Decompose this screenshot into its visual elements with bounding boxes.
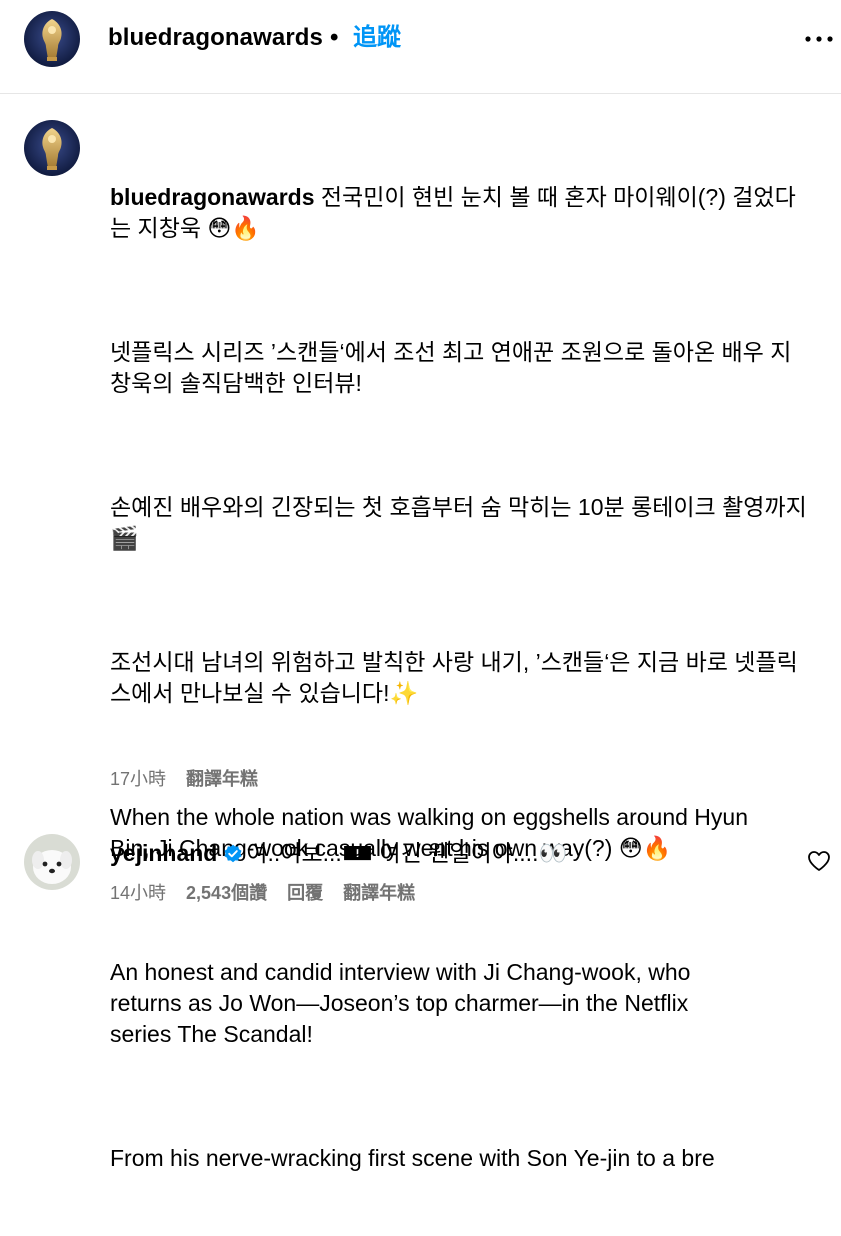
comment-body: yejinhand 여..여보...🀰 여긴 웬일이야....👀 <box>110 838 567 868</box>
reply-button[interactable]: 回覆 <box>287 883 323 903</box>
caption-paragraph: 넷플릭스 시리즈 ’스캔들‘에서 조선 최고 연애꾼 조원으로 돌아온 배우 지… <box>110 339 792 396</box>
comment-username[interactable]: yejinhand <box>110 840 217 866</box>
comment-translate-button[interactable]: 翻譯年糕 <box>343 883 415 903</box>
comment-meta: 14小時 2,543個讚 回覆 翻譯年糕 <box>110 880 415 906</box>
caption-paragraph: bluedragonawards 전국민이 현빈 눈치 볼 때 혼자 마이웨이(… <box>110 182 810 244</box>
header-username[interactable]: bluedragonawards <box>108 22 323 54</box>
caption-meta: 17小時 翻譯年糕 <box>110 766 258 792</box>
heart-outline-icon[interactable] <box>807 850 831 872</box>
comment-likes[interactable]: 2,543個讚 <box>186 883 267 903</box>
caption-paragraph: 손예진 배우와의 긴장되는 첫 호흡부터 숨 막히는 10분 롱테이크 촬영까지… <box>110 494 807 551</box>
caption-translate-button[interactable]: 翻譯年糕 <box>186 769 258 789</box>
account-avatar[interactable] <box>24 11 80 67</box>
more-horizontal-icon[interactable] <box>804 28 834 50</box>
comment-time[interactable]: 14小時 <box>110 883 166 903</box>
follow-button[interactable]: 追蹤 <box>353 22 401 54</box>
comment-item: yejinhand 여..여보...🀰 여긴 웬일이야....👀 14小時 2,5… <box>0 830 841 934</box>
caption-text: bluedragonawards 전국민이 현빈 눈치 볼 때 혼자 마이웨이(… <box>110 120 810 1236</box>
caption-time[interactable]: 17小時 <box>110 769 166 789</box>
comment-text: 여..여보...🀰 여긴 웬일이야....👀 <box>246 840 568 866</box>
caption-username[interactable]: bluedragonawards <box>110 184 314 210</box>
commenter-avatar[interactable] <box>24 834 80 890</box>
separator-dot: • <box>330 24 339 51</box>
caption-paragraph: An honest and candid interview with Ji C… <box>110 959 691 1047</box>
caption-paragraph: 조선시대 남녀의 위험하고 발칙한 사랑 내기, ’스캔들‘은 지금 바로 넷플… <box>110 649 798 706</box>
caption-paragraph: From his nerve-wracking first scene with… <box>110 1145 715 1171</box>
caption-avatar[interactable] <box>24 120 80 176</box>
post-header: bluedragonawards • 追蹤 <box>0 0 841 94</box>
verified-badge-icon <box>223 841 243 863</box>
